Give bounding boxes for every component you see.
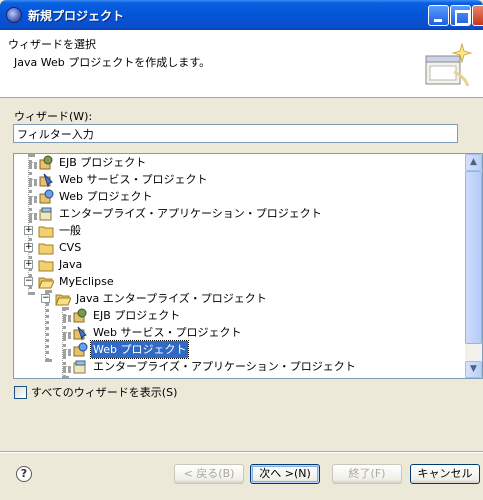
chevron-down-icon: ▼ (470, 364, 477, 374)
button-separator (0, 451, 483, 453)
web-project-icon (39, 189, 54, 204)
chevron-up-icon: ▲ (470, 157, 477, 167)
close-button[interactable] (472, 5, 483, 26)
folder-icon (38, 260, 54, 272)
header-title: ウィザードを選択 (8, 38, 96, 51)
folder-icon (38, 243, 54, 255)
close-icon (473, 6, 483, 25)
web-service-project-icon (39, 173, 53, 188)
show-all-wizards-checkbox[interactable] (14, 386, 27, 399)
folder-open-icon (55, 294, 71, 306)
title-bar[interactable]: 新規プロジェクト (0, 0, 483, 30)
wizard-label: ウィザード(W): (14, 110, 93, 123)
ejb-project-icon (73, 308, 87, 323)
tree-vertical-scrollbar[interactable]: ▲ ▼ (465, 154, 482, 378)
new-project-banner-icon (425, 42, 473, 87)
back-button[interactable]: < 戻る(B) (174, 464, 244, 484)
enterprise-app-project-icon (73, 360, 86, 374)
expand-icon[interactable]: + (24, 226, 33, 235)
enterprise-app-project-icon (39, 207, 52, 221)
help-button[interactable]: ? (16, 466, 32, 482)
cancel-button[interactable]: キャンセル (410, 464, 480, 484)
wizard-header: ウィザードを選択 Java Web プロジェクトを作成します。 (0, 30, 483, 98)
expand-icon[interactable]: + (24, 260, 33, 269)
expand-icon[interactable]: + (24, 243, 33, 252)
web-service-project-icon (73, 326, 87, 341)
header-description: Java Web プロジェクトを作成します。 (14, 56, 211, 69)
collapse-icon[interactable]: − (24, 277, 33, 286)
maximize-icon (451, 6, 470, 25)
next-button[interactable]: 次へ >(N) (250, 464, 320, 484)
ejb-project-icon (39, 155, 53, 170)
eclipse-app-icon (6, 7, 22, 23)
filter-input[interactable] (13, 124, 458, 143)
scrollbar-thumb[interactable] (465, 171, 482, 344)
scroll-up-button[interactable]: ▲ (465, 154, 482, 171)
finish-button[interactable]: 終了(F) (332, 464, 402, 484)
wizard-tree[interactable]: EJB プロジェクト Web サービス・プロジェクト Web プロジェクト エン… (13, 153, 483, 379)
minimize-button[interactable] (428, 5, 449, 26)
maximize-button[interactable] (450, 5, 471, 26)
collapse-icon[interactable]: − (41, 294, 50, 303)
folder-open-icon (38, 277, 54, 289)
web-project-icon (73, 342, 88, 357)
window-title: 新規プロジェクト (28, 9, 125, 23)
minimize-icon (429, 6, 448, 25)
scroll-down-button[interactable]: ▼ (465, 361, 482, 378)
folder-icon (38, 226, 54, 238)
show-all-wizards-label: すべてのウィザードを表示(S) (31, 386, 178, 399)
